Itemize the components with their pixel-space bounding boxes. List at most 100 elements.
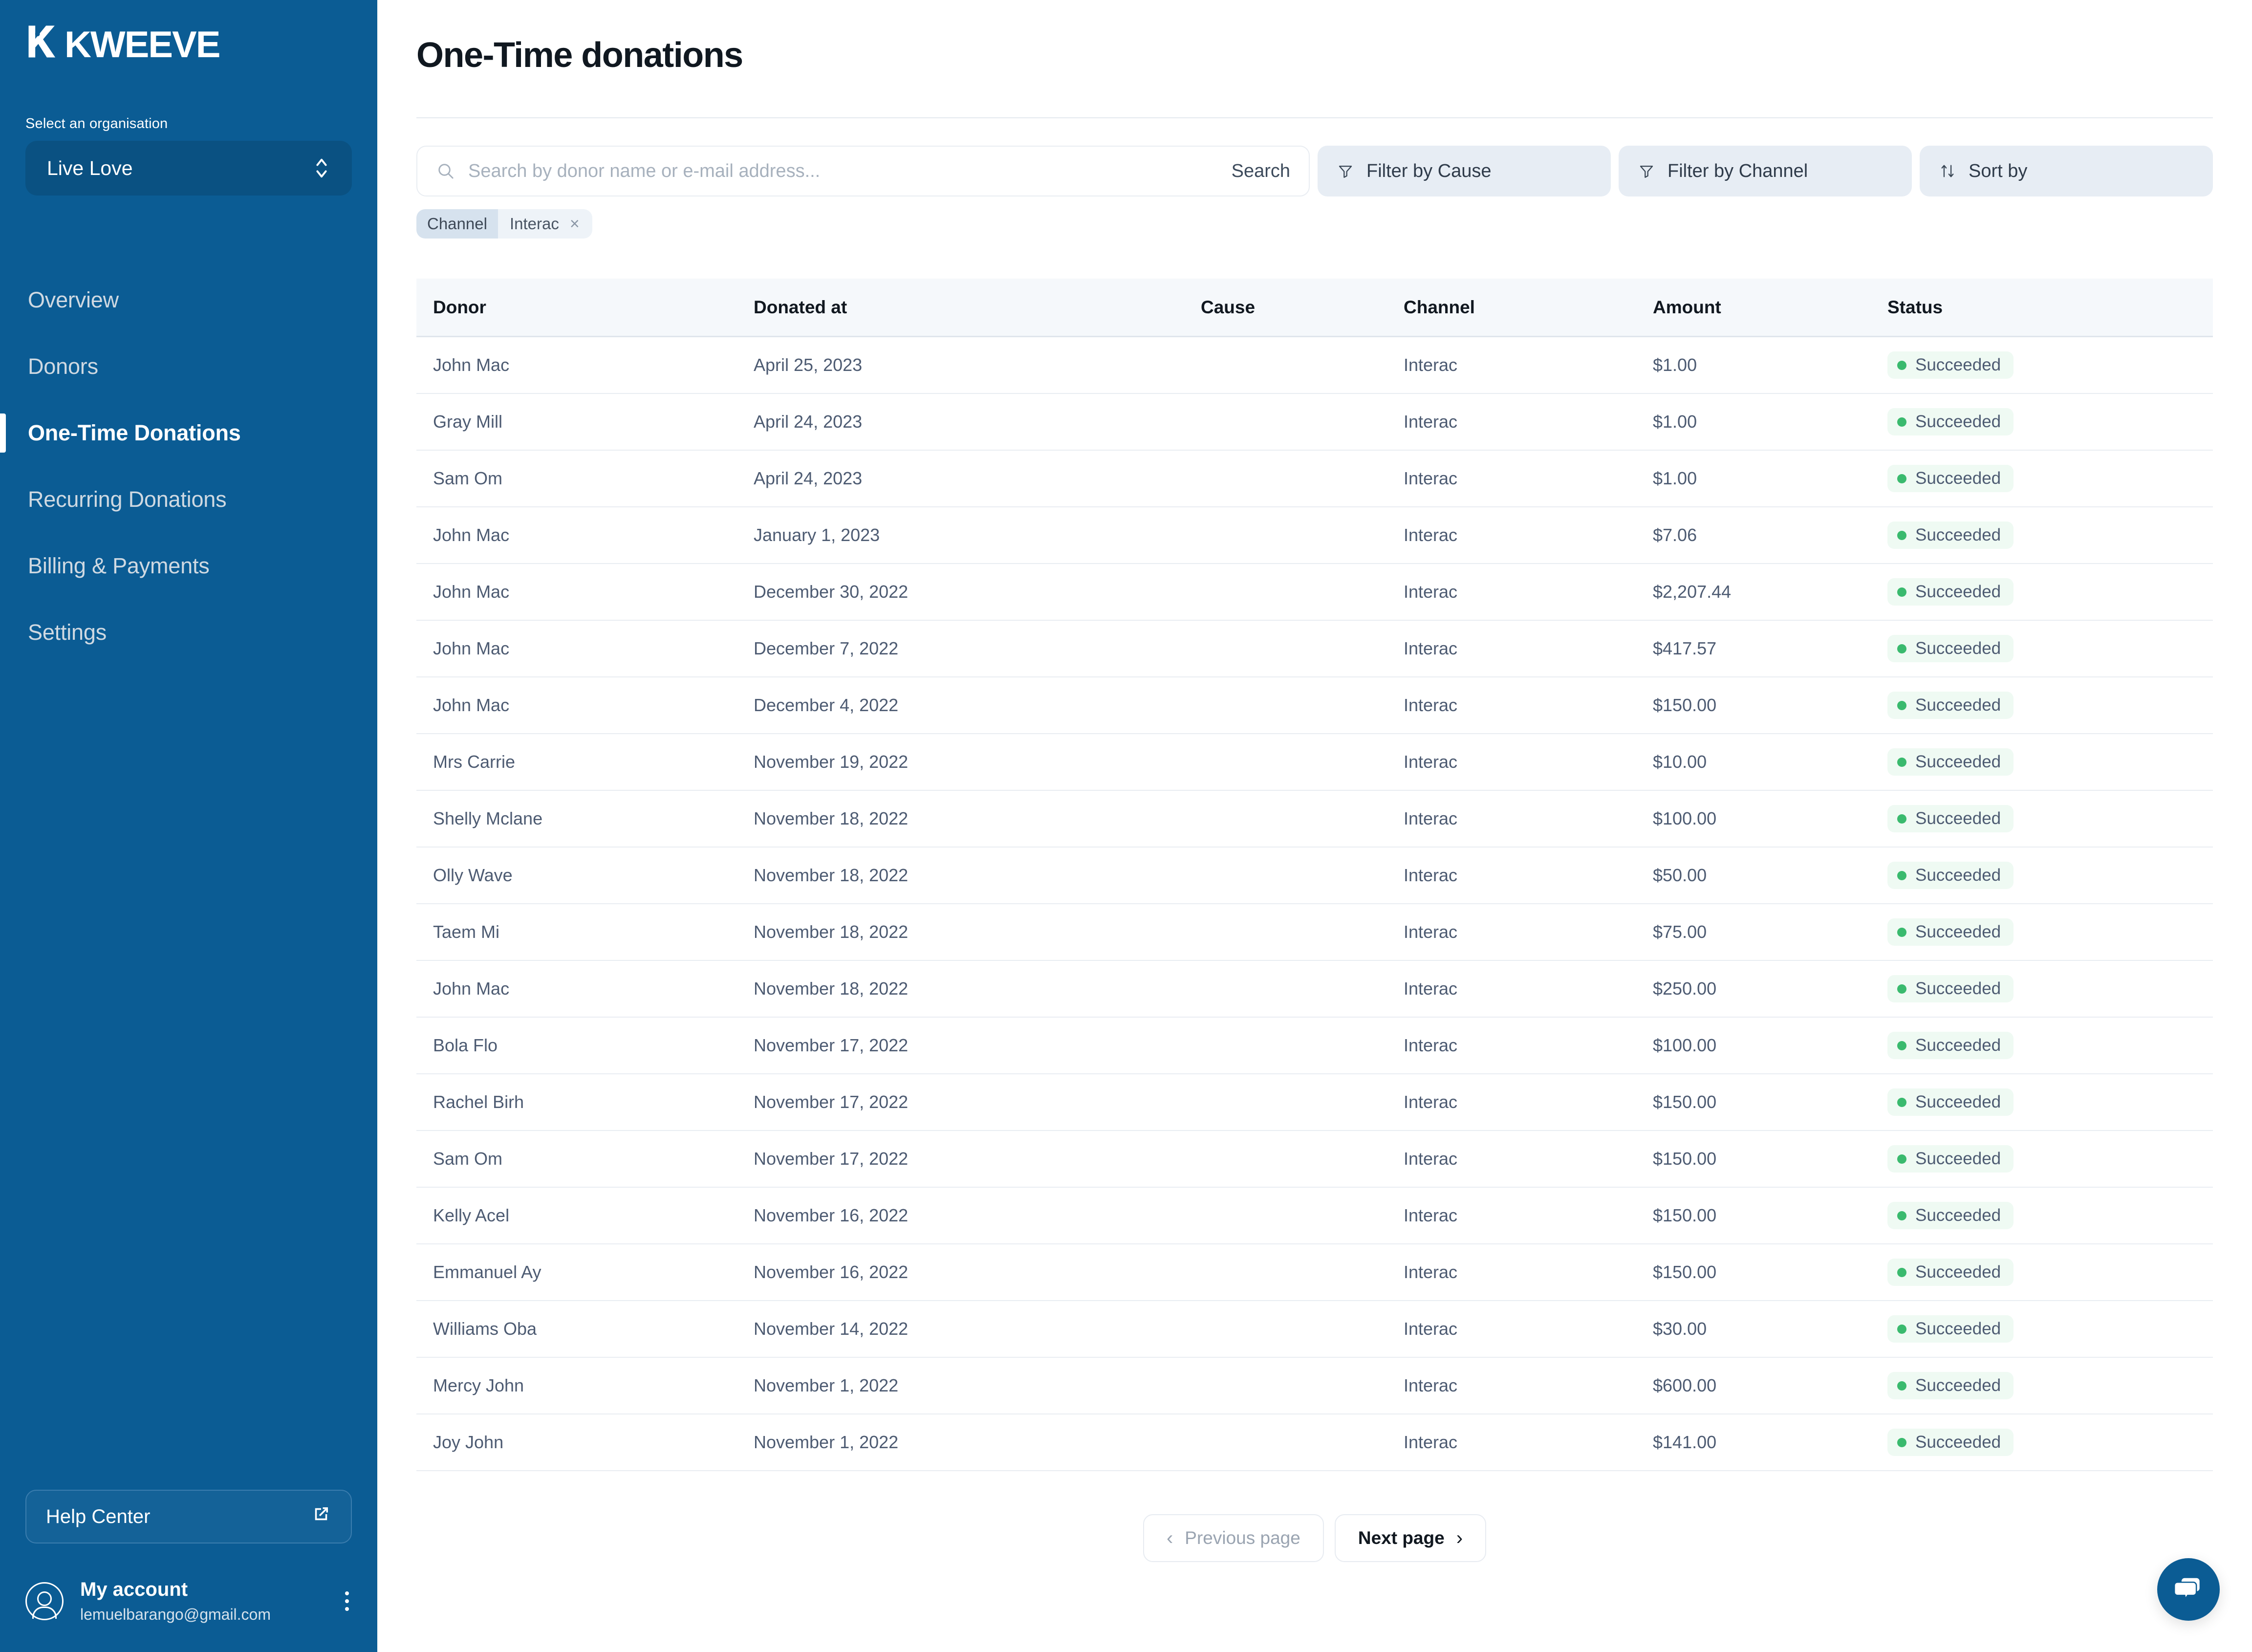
sidebar-item-overview[interactable]: Overview (0, 267, 377, 333)
sidebar-item-donors[interactable]: Donors (0, 333, 377, 400)
table-row[interactable]: Williams Oba November 14, 2022 Interac $30.… (416, 1301, 2213, 1358)
table-row[interactable]: John Mac January 1, 2023 Interac $7.06 Succe… (416, 507, 2213, 564)
sidebar-item-one-time-donations[interactable]: One-Time Donations (0, 400, 377, 466)
status-label: Succeeded (1915, 696, 2001, 715)
status-label: Succeeded (1915, 525, 2001, 544)
cell-donor: Mercy John (433, 1375, 524, 1395)
cell-donated-at: April 24, 2023 (754, 412, 863, 432)
status-label: Succeeded (1915, 1149, 2001, 1168)
search-button[interactable]: Search (1220, 161, 1290, 182)
table-row[interactable]: Kelly Acel November 16, 2022 Interac $150.0… (416, 1188, 2213, 1244)
status-badge: Succeeded (1887, 1315, 2014, 1343)
table-row[interactable]: John Mac April 25, 2023 Interac $1.00 Succee… (416, 337, 2213, 394)
cell-channel: Interac (1404, 865, 1458, 885)
table-row[interactable]: Mrs Carrie November 19, 2022 Interac $10.00… (416, 734, 2213, 791)
cell-donor: Sam Om (433, 1149, 503, 1169)
cell-status: Succeeded (1887, 1259, 2213, 1286)
table-row[interactable]: John Mac December 7, 2022 Interac $417.57 Su… (416, 621, 2213, 677)
cell-status: Succeeded (1887, 1145, 2213, 1173)
column-header-status: Status (1887, 297, 1943, 317)
sort-by-button[interactable]: Sort by (1920, 146, 2213, 196)
cell-amount: $10.00 (1653, 752, 1707, 772)
table-row[interactable]: Emmanuel Ay November 16, 2022 Interac $150.… (416, 1244, 2213, 1301)
status-dot-icon (1897, 814, 1906, 824)
sidebar-item-settings[interactable]: Settings (0, 599, 377, 666)
filter-by-cause-button[interactable]: Filter by Cause (1318, 146, 1611, 196)
cell-donated-at: April 25, 2023 (754, 355, 863, 375)
help-center-button[interactable]: Help Center (25, 1490, 352, 1543)
status-label: Succeeded (1915, 866, 2001, 885)
cell-channel: Interac (1404, 1262, 1458, 1282)
cell-channel: Interac (1404, 1432, 1458, 1452)
cell-donor: Shelly Mclane (433, 808, 543, 828)
search-box[interactable]: Search (416, 146, 1310, 196)
cell-channel: Interac (1404, 468, 1458, 488)
status-label: Succeeded (1915, 1036, 2001, 1055)
table-row[interactable]: Joy John November 1, 2022 Interac $141.00 Su… (416, 1414, 2213, 1471)
cell-status: Succeeded (1887, 1202, 2213, 1229)
status-badge: Succeeded (1887, 805, 2014, 832)
table-header-row: Donor Donated at Cause Channel Amount St… (416, 279, 2213, 337)
status-badge: Succeeded (1887, 748, 2014, 776)
status-badge: Succeeded (1887, 1202, 2014, 1229)
table-row[interactable]: John Mac December 4, 2022 Interac $150.00 Su… (416, 677, 2213, 734)
account-text: My account lemuelbarango@gmail.com (80, 1579, 345, 1624)
cell-amount: $250.00 (1653, 978, 1717, 999)
cell-donated-at: December 7, 2022 (754, 638, 899, 658)
sidebar-item-label: Settings (28, 620, 107, 645)
status-badge: Succeeded (1887, 522, 2014, 549)
cell-status: Succeeded (1887, 1315, 2213, 1343)
next-page-button[interactable]: Next page › (1334, 1514, 1487, 1562)
table-row[interactable]: Olly Wave November 18, 2022 Interac $50.00 S… (416, 848, 2213, 904)
table-row[interactable]: John Mac December 30, 2022 Interac $2,207.4… (416, 564, 2213, 621)
status-badge: Succeeded (1887, 1145, 2014, 1173)
close-icon[interactable]: × (566, 209, 592, 239)
cell-donated-at: December 4, 2022 (754, 695, 899, 715)
sidebar-item-label: Recurring Donations (28, 487, 227, 512)
kweeve-logo-mark (25, 22, 64, 67)
cell-channel: Interac (1404, 355, 1458, 375)
chat-widget-button[interactable] (2157, 1558, 2220, 1621)
sidebar-item-recurring-donations[interactable]: Recurring Donations (0, 466, 377, 533)
column-header-cause: Cause (1201, 297, 1256, 317)
table-row[interactable]: John Mac November 18, 2022 Interac $250.00 S… (416, 961, 2213, 1018)
status-badge: Succeeded (1887, 408, 2014, 435)
table-row[interactable]: Taem Mi November 18, 2022 Interac $75.00 Suc… (416, 904, 2213, 961)
app-logo-text: KWEEVE (65, 23, 220, 65)
status-dot-icon (1897, 870, 1906, 880)
table-row[interactable]: Sam Om April 24, 2023 Interac $1.00 Succeede… (416, 451, 2213, 507)
cell-donor: John Mac (433, 525, 510, 545)
next-page-label: Next page (1358, 1528, 1445, 1548)
table-row[interactable]: Shelly Mclane November 18, 2022 Interac $10… (416, 791, 2213, 848)
toolbar: Search Filter by Cause (416, 146, 2213, 196)
previous-page-label: Previous page (1185, 1528, 1300, 1548)
table-row[interactable]: Bola Flo November 17, 2022 Interac $100.00 S… (416, 1018, 2213, 1074)
search-input[interactable] (468, 160, 1220, 182)
filter-by-channel-button[interactable]: Filter by Channel (1619, 146, 1912, 196)
table-row[interactable]: Rachel Birh November 17, 2022 Interac $150.… (416, 1074, 2213, 1131)
previous-page-button[interactable]: ‹ Previous page (1143, 1514, 1324, 1562)
cell-donated-at: November 17, 2022 (754, 1035, 909, 1055)
cell-donated-at: November 14, 2022 (754, 1319, 909, 1339)
account-menu-kebab-icon[interactable] (345, 1591, 352, 1611)
cell-status: Succeeded (1887, 351, 2213, 379)
cell-amount: $100.00 (1653, 808, 1717, 828)
table-row[interactable]: Mercy John November 1, 2022 Interac $600.00… (416, 1358, 2213, 1414)
account-row[interactable]: My account lemuelbarango@gmail.com (25, 1579, 352, 1624)
status-badge: Succeeded (1887, 1032, 2014, 1059)
organisation-select[interactable]: Live Love (25, 141, 352, 196)
table-row[interactable]: Gray Mill April 24, 2023 Interac $1.00 Succe… (416, 394, 2213, 451)
cell-amount: $150.00 (1653, 1092, 1717, 1112)
sidebar-nav: Overview Donors One-Time Donations Recur… (0, 267, 377, 666)
status-badge: Succeeded (1887, 975, 2014, 1002)
sidebar-item-billing-payments[interactable]: Billing & Payments (0, 533, 377, 599)
status-badge: Succeeded (1887, 1372, 2014, 1399)
cell-channel: Interac (1404, 978, 1458, 999)
pagination: ‹ Previous page Next page › (377, 1514, 2252, 1562)
status-dot-icon (1897, 984, 1906, 994)
cell-status: Succeeded (1887, 578, 2213, 606)
status-dot-icon (1897, 360, 1906, 370)
status-dot-icon (1897, 644, 1906, 653)
table-row[interactable]: Sam Om November 17, 2022 Interac $150.00 Suc… (416, 1131, 2213, 1188)
status-label: Succeeded (1915, 1376, 2001, 1395)
